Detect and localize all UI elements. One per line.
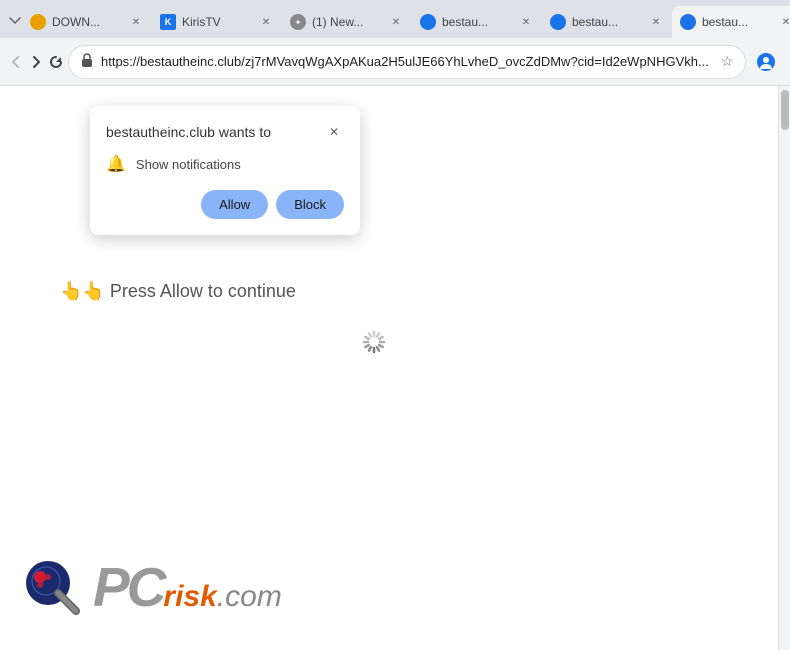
popup-notification-text: Show notifications <box>136 157 241 172</box>
tab-3-label: (1) New... <box>312 15 382 29</box>
tab-6-label: bestau... <box>702 15 772 29</box>
press-allow-text: 👆👆 Press Allow to continue <box>60 281 296 302</box>
popup-buttons: Allow Block <box>106 190 344 219</box>
pcrisk-logo: PC risk .com <box>20 555 282 620</box>
tab-4[interactable]: bestau... ✕ <box>412 6 542 38</box>
tab-2-favicon: K <box>160 14 176 30</box>
content-wrapper: bestautheinc.club wants to ✕ 🔔 Show noti… <box>0 86 790 650</box>
tab-bar: DOWN... ✕ K KirisTV ✕ ✦ (1) New... ✕ bes… <box>0 0 790 38</box>
notification-popup: bestautheinc.club wants to ✕ 🔔 Show noti… <box>90 106 360 235</box>
address-bar[interactable]: https://bestautheinc.club/zj7rMVavqWgAXp… <box>68 45 746 79</box>
bell-icon: 🔔 <box>106 154 126 174</box>
tab-6-favicon <box>680 14 696 30</box>
popup-close-button[interactable]: ✕ <box>324 122 344 142</box>
tab-5-close[interactable]: ✕ <box>648 14 664 30</box>
url-text: https://bestautheinc.club/zj7rMVavqWgAXp… <box>101 54 709 69</box>
tab-2-close[interactable]: ✕ <box>258 14 274 30</box>
tab-1[interactable]: DOWN... ✕ <box>22 6 152 38</box>
pcrisk-text: PC risk .com <box>93 560 282 615</box>
browser-window: DOWN... ✕ K KirisTV ✕ ✦ (1) New... ✕ bes… <box>0 0 790 650</box>
loading-spinner <box>358 326 390 363</box>
scrollbar[interactable] <box>778 86 790 650</box>
tab-6-close[interactable]: ✕ <box>778 14 790 30</box>
tab-1-favicon <box>30 14 46 30</box>
tab-5-label: bestau... <box>572 15 642 29</box>
tab-3-close[interactable]: ✕ <box>388 14 404 30</box>
menu-button[interactable] <box>786 46 790 78</box>
popup-notification-item: 🔔 Show notifications <box>106 154 344 174</box>
account-button[interactable] <box>750 46 782 78</box>
scrollbar-thumb[interactable] <box>781 90 789 130</box>
tab-2-label: KirisTV <box>182 15 252 29</box>
toolbar-right <box>750 46 790 78</box>
reload-button[interactable] <box>48 46 64 78</box>
allow-button[interactable]: Allow <box>201 190 268 219</box>
lock-icon <box>81 53 93 70</box>
block-button[interactable]: Block <box>276 190 344 219</box>
forward-button[interactable] <box>28 46 44 78</box>
tab-3-favicon: ✦ <box>290 14 306 30</box>
tab-4-favicon <box>420 14 436 30</box>
tab-5[interactable]: bestau... ✕ <box>542 6 672 38</box>
tab-4-label: bestau... <box>442 15 512 29</box>
toolbar: https://bestautheinc.club/zj7rMVavqWgAXp… <box>0 38 790 86</box>
back-button[interactable] <box>8 46 24 78</box>
tab-1-label: DOWN... <box>52 15 122 29</box>
tab-6-active[interactable]: bestau... ✕ <box>672 6 790 38</box>
tab-2[interactable]: K KirisTV ✕ <box>152 6 282 38</box>
pc-text: PC <box>93 560 163 615</box>
com-text: .com <box>217 582 282 612</box>
tab-5-favicon <box>550 14 566 30</box>
popup-title: bestautheinc.club wants to <box>106 124 271 140</box>
bookmark-icon[interactable]: ☆ <box>721 53 734 70</box>
tab-1-close[interactable]: ✕ <box>128 14 144 30</box>
tab-overflow-button[interactable] <box>8 6 22 34</box>
page-content: bestautheinc.club wants to ✕ 🔔 Show noti… <box>0 86 778 650</box>
risk-text: risk <box>163 582 216 612</box>
press-allow-content: 👆👆 Press Allow to continue <box>60 281 296 302</box>
pcrisk-icon <box>20 555 85 620</box>
tab-4-close[interactable]: ✕ <box>518 14 534 30</box>
tab-3[interactable]: ✦ (1) New... ✕ <box>282 6 412 38</box>
popup-header: bestautheinc.club wants to ✕ <box>106 122 344 142</box>
